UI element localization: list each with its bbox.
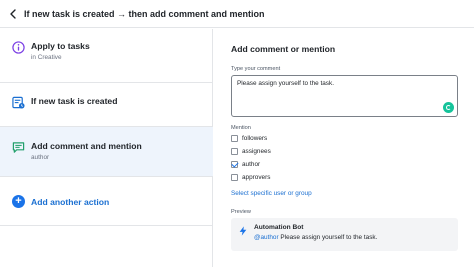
mention-option-followers[interactable]: followers xyxy=(231,135,267,142)
select-user-or-group-link[interactable]: Select specific user or group xyxy=(231,190,312,197)
comment-field-label: Type your comment xyxy=(231,66,281,72)
lightning-bolt-icon xyxy=(239,226,247,236)
preview-label: Preview xyxy=(231,209,251,215)
step-title: If new task is created xyxy=(31,96,118,106)
comment-text: Please assign yourself to the task. xyxy=(237,80,334,87)
mention-option-assignees[interactable]: assignees xyxy=(231,148,271,155)
mention-tag: @author xyxy=(254,234,279,241)
page-title: If new task is created → then add commen… xyxy=(24,8,265,19)
step-trigger[interactable]: If new task is created xyxy=(0,96,213,116)
info-circle-icon xyxy=(12,41,25,54)
option-label: followers xyxy=(242,135,268,142)
divider xyxy=(0,225,213,226)
step-apply-to-tasks[interactable]: Apply to tasks in Creative xyxy=(0,41,213,75)
top-bar: If new task is created → then add commen… xyxy=(0,0,474,28)
comment-textarea[interactable]: Please assign yourself to the task. xyxy=(231,75,458,117)
panel-title: Add comment or mention xyxy=(231,44,336,54)
plus-icon: + xyxy=(12,195,25,208)
action-settings-panel: Add comment or mention Type your comment… xyxy=(214,29,474,267)
grammarly-icon[interactable] xyxy=(443,102,454,113)
checkbox-checked[interactable] xyxy=(231,161,238,168)
checkbox[interactable] xyxy=(231,135,238,142)
preview-message: @author Please assign yourself to the ta… xyxy=(254,234,377,241)
divider xyxy=(0,82,213,83)
preview-text: Please assign yourself to the task. xyxy=(278,234,378,241)
mention-option-approvers[interactable]: approvers xyxy=(231,174,270,181)
workflow-steps-panel: Apply to tasks in Creative If new task i… xyxy=(0,29,213,267)
add-another-action-button[interactable]: + Add another action xyxy=(12,195,109,208)
back-button[interactable] xyxy=(2,0,24,28)
option-label: approvers xyxy=(242,174,271,181)
comment-icon xyxy=(12,142,25,153)
add-action-label: Add another action xyxy=(31,196,110,207)
bot-name: Automation Bot xyxy=(254,224,304,231)
step-title: Apply to tasks xyxy=(31,41,90,51)
chevron-left-icon xyxy=(10,8,16,19)
mention-option-author[interactable]: author xyxy=(231,161,260,168)
option-label: assignees xyxy=(242,148,271,155)
checkbox[interactable] xyxy=(231,148,238,155)
step-title: Add comment and mention xyxy=(31,141,142,151)
mention-label: Mention xyxy=(231,125,251,131)
comment-preview: Automation Bot @author Please assign you… xyxy=(231,218,458,251)
step-subtitle: author xyxy=(31,154,50,161)
step-subtitle: in Creative xyxy=(31,54,62,61)
option-label: author xyxy=(242,161,261,168)
checkbox[interactable] xyxy=(231,174,238,181)
step-add-comment[interactable]: Add comment and mention author xyxy=(0,126,213,177)
task-trigger-icon xyxy=(12,96,25,109)
